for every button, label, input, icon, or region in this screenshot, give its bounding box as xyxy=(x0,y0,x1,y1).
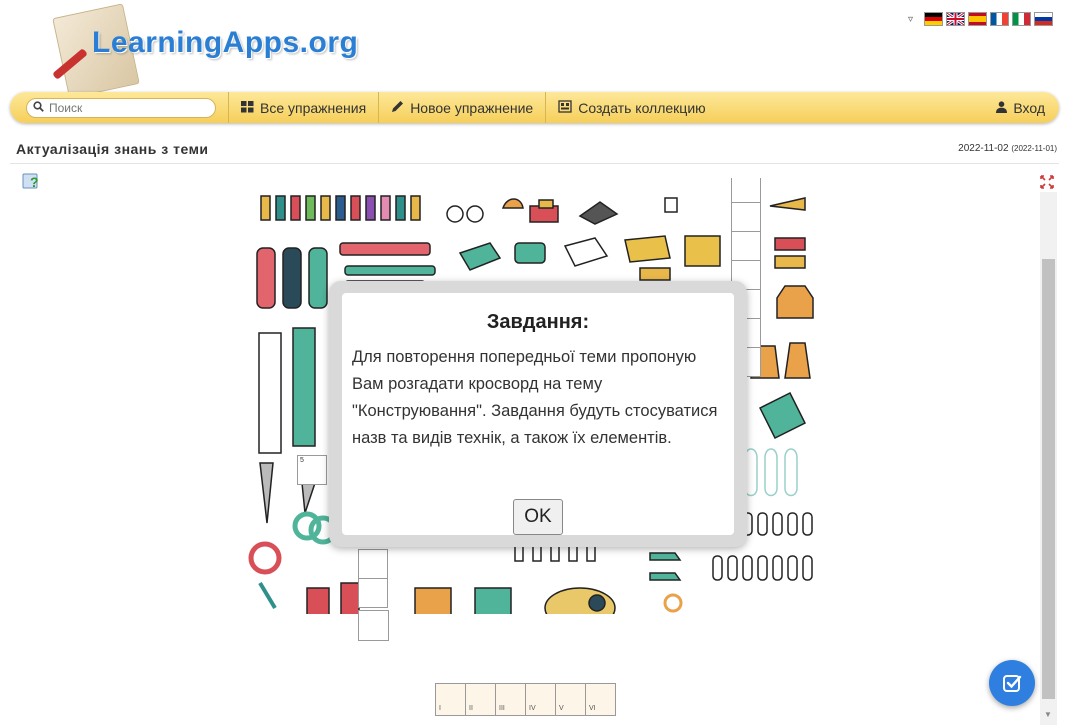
check-answers-button[interactable] xyxy=(989,660,1035,706)
nav-all-exercises[interactable]: Все упражнения xyxy=(228,92,378,123)
ok-button[interactable]: OK xyxy=(513,499,563,535)
task-dialog-title: Завдання: xyxy=(486,311,590,333)
flag-it-icon[interactable] xyxy=(1012,12,1031,26)
answer-box-3[interactable]: III xyxy=(495,683,526,716)
search-box[interactable] xyxy=(26,97,216,118)
nav-new-exercise[interactable]: Новое упражнение xyxy=(378,92,545,123)
task-dialog-text: Для повторення попередньої теми пропоную… xyxy=(352,348,718,447)
logo-text[interactable]: LearningApps.org xyxy=(92,26,358,60)
help-icon[interactable]: ? xyxy=(22,172,40,190)
search-input[interactable] xyxy=(47,99,211,116)
answer-box-2[interactable]: II xyxy=(465,683,496,716)
answer-box-label: III xyxy=(499,705,505,712)
flag-es-icon[interactable] xyxy=(968,12,987,26)
crossword-cell[interactable] xyxy=(358,610,389,641)
answer-box-5[interactable]: V xyxy=(555,683,586,716)
checkmark-icon xyxy=(1003,675,1022,692)
divider xyxy=(10,163,1059,164)
answer-box-1[interactable]: I xyxy=(435,683,466,716)
grid-icon xyxy=(241,100,254,116)
svg-text:?: ? xyxy=(30,174,39,190)
login-label: Вход xyxy=(1013,99,1045,116)
flag-fr-icon[interactable] xyxy=(990,12,1009,26)
collection-icon xyxy=(558,99,572,116)
language-selector[interactable]: ▿ xyxy=(908,12,1053,26)
navbar: Все упражнения Новое упражнение Создать … xyxy=(10,92,1059,123)
task-dialog-body: Завдання: Для повторення попередньої тем… xyxy=(342,293,734,535)
logo[interactable]: LearningApps.org xyxy=(20,0,380,99)
crossword-cell[interactable] xyxy=(731,202,761,232)
crossword-column-left xyxy=(358,549,388,608)
answer-box-label: IV xyxy=(529,705,536,712)
answer-boxes: I II III IV V VI xyxy=(435,683,616,716)
search-icon xyxy=(33,99,44,117)
nav-create-collection-label: Создать коллекцию xyxy=(578,99,706,116)
crossword-cell[interactable] xyxy=(731,231,761,261)
user-icon xyxy=(996,100,1008,116)
page-title: Актуалізація знань з теми xyxy=(16,141,209,157)
page-date: 2022-11-02 (2022-11-01) xyxy=(958,143,1057,154)
answer-box-label: I xyxy=(439,705,441,712)
task-dialog: Завдання: Для повторення попередньої тем… xyxy=(329,281,747,547)
crossword-cell[interactable] xyxy=(731,178,761,203)
date-created: (2022-11-01) xyxy=(1011,144,1057,153)
answer-box-4[interactable]: IV xyxy=(525,683,556,716)
date-modified: 2022-11-02 xyxy=(958,143,1009,154)
pencil-icon xyxy=(391,100,404,116)
login-button[interactable]: Вход xyxy=(996,100,1045,116)
crossword-cell[interactable] xyxy=(358,578,388,608)
scroll-down-arrow-icon[interactable]: ▼ xyxy=(1044,710,1052,719)
crossword-cell[interactable] xyxy=(358,549,388,579)
nav-all-exercises-label: Все упражнения xyxy=(260,99,367,116)
answer-box-6[interactable]: VI xyxy=(585,683,616,716)
flag-en-icon[interactable] xyxy=(946,12,965,26)
flag-de-icon[interactable] xyxy=(924,12,943,26)
crossword-cell-number: 5 xyxy=(300,457,304,464)
chevron-down-icon[interactable]: ▿ xyxy=(908,14,913,25)
crossword-cell-5[interactable]: 5 xyxy=(297,455,327,485)
flag-ru-icon[interactable] xyxy=(1034,12,1053,26)
fullscreen-icon[interactable] xyxy=(1040,175,1054,189)
answer-box-label: VI xyxy=(589,705,596,712)
nav-create-collection[interactable]: Создать коллекцию xyxy=(545,92,717,123)
answer-box-label: V xyxy=(559,705,564,712)
scrollbar-thumb[interactable] xyxy=(1042,259,1055,699)
nav-new-exercise-label: Новое упражнение xyxy=(410,99,534,116)
answer-box-label: II xyxy=(469,705,473,712)
